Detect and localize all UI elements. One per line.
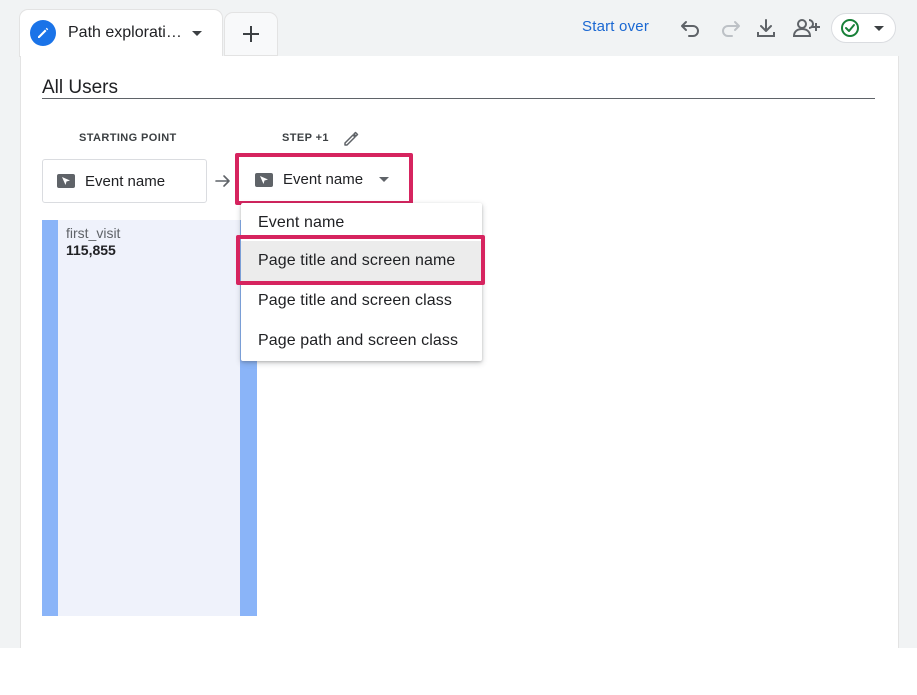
path-node-value: 115,855 xyxy=(66,242,116,258)
starting-point-dimension-select[interactable]: Event name xyxy=(42,159,207,203)
caret-down-icon xyxy=(874,25,884,31)
check-circle-icon xyxy=(841,19,859,37)
arrow-right-icon xyxy=(214,174,232,193)
redo-icon[interactable] xyxy=(718,16,742,40)
path-node-name: first_visit xyxy=(66,225,121,241)
menu-item-page-title-screen-class[interactable]: Page title and screen class xyxy=(241,281,482,321)
highlight-menu-item xyxy=(236,235,485,285)
starting-point-label: STARTING POINT xyxy=(79,132,177,144)
starting-point-dimension-label: Event name xyxy=(85,172,166,190)
edit-step-icon[interactable] xyxy=(343,131,359,147)
pencil-icon xyxy=(30,20,56,46)
cursor-click-icon xyxy=(57,174,75,188)
menu-item-page-path-screen-class[interactable]: Page path and screen class xyxy=(241,321,482,361)
chevron-down-icon[interactable] xyxy=(192,30,202,36)
add-tab-button[interactable] xyxy=(225,13,277,55)
step-label: STEP +1 xyxy=(282,132,329,144)
tab-label: Path explorati… xyxy=(68,24,180,41)
highlight-step-select xyxy=(235,153,413,205)
path-node-bar-fill xyxy=(58,220,240,616)
plus-icon xyxy=(243,26,259,42)
segment-divider xyxy=(42,98,875,99)
segment-title: All Users xyxy=(42,77,119,98)
download-icon[interactable] xyxy=(754,16,778,40)
status-menu-button[interactable] xyxy=(831,13,896,43)
start-over-button[interactable]: Start over xyxy=(582,18,649,35)
share-users-icon[interactable] xyxy=(792,16,822,40)
tab-path-exploration[interactable]: Path explorati… xyxy=(20,10,222,58)
undo-icon[interactable] xyxy=(679,16,703,40)
